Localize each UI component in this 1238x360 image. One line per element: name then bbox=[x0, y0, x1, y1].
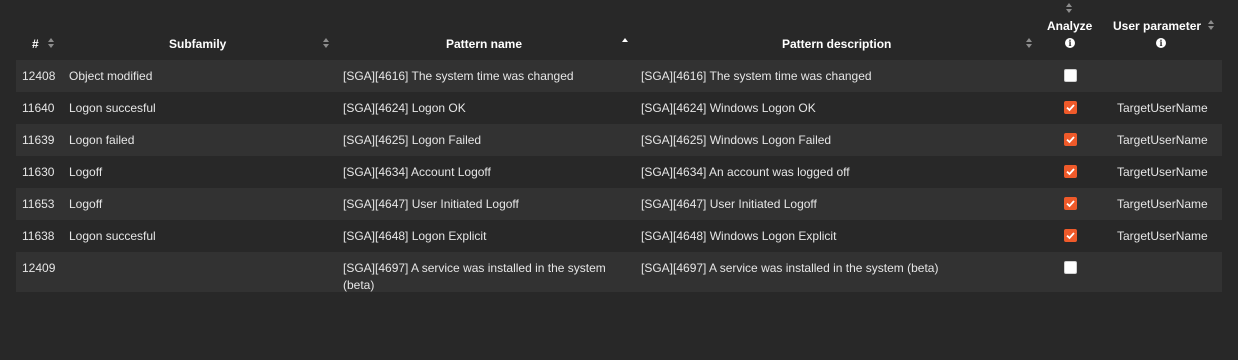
cell-id: 11630 bbox=[22, 165, 55, 179]
column-header-user-parameter-label: User parameter bbox=[1113, 19, 1202, 33]
cell-user-parameter: TargetUserName bbox=[1117, 165, 1208, 179]
checkmark-icon bbox=[1066, 136, 1075, 144]
analyze-checkbox[interactable] bbox=[1064, 261, 1077, 274]
patterns-table: # Subfamily Pattern name Pattern descrip… bbox=[16, 0, 1222, 292]
info-icon[interactable]: i bbox=[1156, 38, 1166, 48]
column-header-subfamily-label: Subfamily bbox=[169, 37, 227, 51]
cell-pattern-description: [SGA][4624] Windows Logon OK bbox=[641, 101, 816, 115]
cell-pattern-description: [SGA][4647] User Initiated Logoff bbox=[641, 197, 817, 211]
cell-subfamily: Logon succesful bbox=[69, 229, 156, 243]
sort-icon[interactable] bbox=[323, 38, 330, 48]
cell-id: 12409 bbox=[22, 261, 56, 275]
analyze-checkbox[interactable] bbox=[1064, 229, 1077, 242]
table-row[interactable]: 12408 Object modified [SGA][4616] The syst… bbox=[16, 60, 1222, 92]
column-header-id-label: # bbox=[32, 37, 39, 51]
sort-icon[interactable] bbox=[1208, 20, 1215, 30]
sort-icon[interactable] bbox=[1066, 3, 1073, 13]
analyze-checkbox[interactable] bbox=[1064, 165, 1077, 178]
analyze-checkbox[interactable] bbox=[1064, 197, 1077, 210]
sort-icon[interactable] bbox=[48, 38, 55, 48]
cell-pattern-description: [SGA][4634] An account was logged off bbox=[641, 165, 850, 179]
table-row[interactable]: 11640 Logon succesful [SGA][4624] Logon OK… bbox=[16, 92, 1222, 124]
analyze-checkbox[interactable] bbox=[1064, 69, 1077, 82]
cell-user-parameter: TargetUserName bbox=[1117, 197, 1208, 211]
cell-pattern-name: [SGA][4616] The system time was changed bbox=[343, 69, 574, 83]
cell-pattern-description: [SGA][4616] The system time was changed bbox=[641, 69, 872, 83]
checkmark-icon bbox=[1066, 200, 1075, 208]
info-icon[interactable]: i bbox=[1065, 38, 1075, 48]
column-header-user-parameter[interactable]: User parameter i bbox=[1102, 0, 1222, 60]
sort-ascending-icon[interactable] bbox=[622, 38, 629, 48]
cell-subfamily: Object modified bbox=[69, 69, 153, 83]
cell-subfamily: Logoff bbox=[69, 197, 103, 211]
analyze-checkbox[interactable] bbox=[1064, 133, 1077, 146]
cell-id: 11640 bbox=[22, 101, 55, 115]
checkmark-icon bbox=[1066, 232, 1075, 240]
cell-pattern-name: [SGA][4697] A service was installed in t… bbox=[343, 261, 606, 292]
table-row[interactable]: 11653 Logoff [SGA][4647] User Initiated Lo… bbox=[16, 188, 1222, 220]
cell-id: 11638 bbox=[22, 229, 55, 243]
sort-icon[interactable] bbox=[1026, 38, 1033, 48]
table-row[interactable]: 11638 Logon succesful [SGA][4648] Logon Ex… bbox=[16, 220, 1222, 252]
cell-user-parameter: TargetUserName bbox=[1117, 133, 1208, 147]
cell-subfamily: Logon failed bbox=[69, 133, 135, 147]
cell-subfamily: Logoff bbox=[69, 165, 103, 179]
checkmark-icon bbox=[1066, 168, 1075, 176]
table-row[interactable]: 12409 [SGA][4697] A service was installed… bbox=[16, 252, 1222, 292]
analyze-checkbox[interactable] bbox=[1064, 101, 1077, 114]
cell-pattern-name: [SGA][4624] Logon OK bbox=[343, 101, 466, 115]
cell-user-parameter: TargetUserName bbox=[1117, 229, 1208, 243]
cell-id: 11653 bbox=[22, 197, 55, 211]
table-header: # Subfamily Pattern name Pattern descrip… bbox=[16, 0, 1222, 60]
cell-subfamily: Logon succesful bbox=[69, 101, 156, 115]
column-header-pattern-name-label: Pattern name bbox=[446, 37, 523, 51]
cell-id: 11639 bbox=[22, 133, 55, 147]
cell-pattern-description: [SGA][4648] Windows Logon Explicit bbox=[641, 229, 837, 243]
cell-pattern-name: [SGA][4634] Account Logoff bbox=[343, 165, 491, 179]
table-row[interactable]: 11630 Logoff [SGA][4634] Account Logoff [SG… bbox=[16, 156, 1222, 188]
column-header-subfamily[interactable]: Subfamily bbox=[64, 0, 336, 60]
column-header-analyze[interactable]: Analyze i bbox=[1038, 0, 1102, 60]
cell-id: 12408 bbox=[22, 69, 56, 83]
column-header-pattern-description[interactable]: Pattern description bbox=[634, 0, 1038, 60]
column-header-pattern-description-label: Pattern description bbox=[782, 37, 892, 51]
column-header-pattern-name[interactable]: Pattern name bbox=[336, 0, 634, 60]
cell-pattern-name: [SGA][4625] Logon Failed bbox=[343, 133, 482, 147]
cell-pattern-description: [SGA][4625] Windows Logon Failed bbox=[641, 133, 832, 147]
table-row[interactable]: 11639 Logon failed [SGA][4625] Logon Faile… bbox=[16, 124, 1222, 156]
cell-user-parameter: TargetUserName bbox=[1117, 101, 1208, 115]
cell-pattern-name: [SGA][4647] User Initiated Logoff bbox=[343, 197, 519, 211]
checkmark-icon bbox=[1066, 104, 1075, 112]
column-header-analyze-label: Analyze bbox=[1047, 19, 1093, 33]
cell-pattern-name: [SGA][4648] Logon Explicit bbox=[343, 229, 487, 243]
table-body: 12408 Object modified [SGA][4616] The syst… bbox=[16, 60, 1222, 292]
column-header-id[interactable]: # bbox=[16, 0, 64, 60]
cell-pattern-description: [SGA][4697] A service was installed in t… bbox=[641, 261, 939, 275]
